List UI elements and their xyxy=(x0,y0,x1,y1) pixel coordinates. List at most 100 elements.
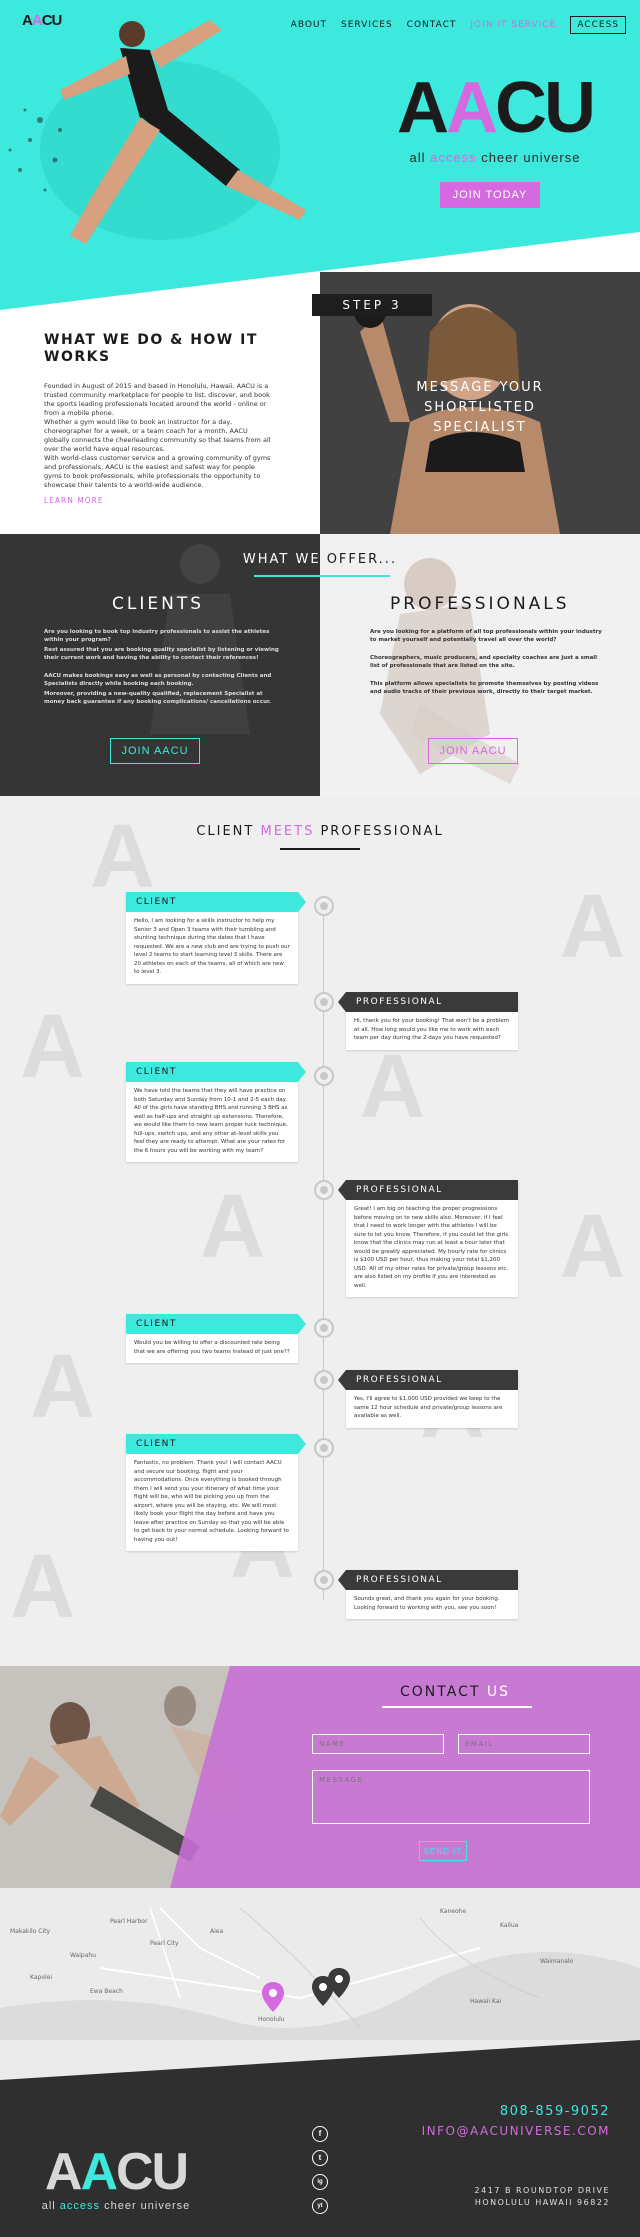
email-input[interactable] xyxy=(458,1734,590,1754)
professional-message-tag: PROFESSIONAL xyxy=(346,1370,518,1390)
timeline-node xyxy=(314,1438,334,1458)
footer-tagline: all access cheer universe xyxy=(41,2200,191,2212)
watermark-a: A xyxy=(560,877,625,977)
what-we-do-section: WHAT WE DO & HOW IT WORKS Founded in Aug… xyxy=(0,272,320,534)
watermark-a: A xyxy=(10,1537,75,1637)
client-message: CLIENT Would you be willing to offer a d… xyxy=(126,1314,306,1363)
client-message-text: Hello, I am looking for a skills instruc… xyxy=(134,918,290,975)
step3-message: MESSAGE YOUR SHORTLISTED SPECIALIST xyxy=(416,380,544,435)
contact-title: CONTACT US xyxy=(400,1684,510,1700)
professional-message-text: Great! I am big on teaching the proper p… xyxy=(354,1206,509,1289)
professional-message: PROFESSIONAL Great! I am big on teaching… xyxy=(338,1180,518,1297)
map-label: Honolulu xyxy=(258,2016,285,2023)
footer-address-line-2: HONOLULU HAWAII 96822 xyxy=(474,2198,610,2207)
instagram-icon[interactable]: ig xyxy=(312,2174,328,2190)
hero-tagline: all access cheer universe xyxy=(409,150,581,165)
footer-address-line-1: 2417 B ROUNDTOP DRIVE xyxy=(474,2186,610,2195)
client-message-tag: CLIENT xyxy=(126,1434,298,1454)
learn-more-link[interactable]: LEARN MORE xyxy=(44,496,104,505)
map-label: Hawaii Kai xyxy=(470,1998,502,2005)
nav-about[interactable]: ABOUT xyxy=(291,20,327,30)
watermark-a: A xyxy=(200,1177,265,1277)
timeline-node xyxy=(314,992,334,1012)
facebook-icon[interactable]: f xyxy=(312,2126,328,2142)
professionals-text-3: This platform allows specialists to prom… xyxy=(370,681,599,695)
message-textarea[interactable] xyxy=(312,1770,590,1824)
professional-message: PROFESSIONAL Sounds great, and thank you… xyxy=(338,1570,518,1619)
timeline-node xyxy=(314,896,334,916)
nav-contact[interactable]: CONTACT xyxy=(407,20,457,30)
client-message: CLIENT Fantastic, no problem. Thank you!… xyxy=(126,1434,306,1551)
convo-title-underline xyxy=(280,848,360,850)
client-message: CLIENT Hello, I am looking for a skills … xyxy=(126,892,306,984)
watermark-a: A xyxy=(20,997,85,1097)
client-message-tag: CLIENT xyxy=(126,1062,298,1082)
clients-panel: CLIENTS Are you looking to book top indu… xyxy=(0,534,320,796)
professional-message-text: Sounds great, and thank you again for yo… xyxy=(354,1596,500,1611)
map-label: Ewa Beach xyxy=(90,1988,123,1995)
client-message-text: Fantastic, no problem. Thank you! I will… xyxy=(134,1460,289,1543)
professionals-text-1: Are you looking for a platform of all to… xyxy=(370,629,602,643)
clients-title: CLIENTS xyxy=(112,594,204,614)
map-label: Kailua xyxy=(500,1922,519,1929)
what-paragraph-1: Founded in August of 2015 and based in H… xyxy=(44,382,270,417)
map-label: Pearl Harbor xyxy=(110,1918,148,1925)
site-logo[interactable]: AACU xyxy=(22,12,62,29)
professionals-join-button[interactable]: JOIN AACU xyxy=(428,738,518,764)
message-arrow xyxy=(338,1180,346,1200)
message-arrow xyxy=(338,1370,346,1390)
map-section[interactable]: Pearl Harbor Pearl City Aiea Waipahu Ewa… xyxy=(0,1888,640,2058)
professional-message-text: Hi, thank you for your booking! That won… xyxy=(354,1018,510,1041)
hero-logo: AACU all access cheer universe xyxy=(390,72,600,165)
client-message-text: Would you be willing to offer a discount… xyxy=(134,1340,290,1355)
message-arrow xyxy=(298,1434,306,1454)
watermark-a: A xyxy=(30,1337,95,1437)
message-arrow xyxy=(298,892,306,912)
watermark-a: A xyxy=(360,1037,425,1137)
map-label: Pearl City xyxy=(150,1940,179,1947)
nav-access-button[interactable]: ACCESS xyxy=(570,16,626,34)
nav-join-service[interactable]: JOIN IT SERVICE xyxy=(470,20,556,30)
name-input[interactable] xyxy=(312,1734,444,1754)
map-label: Aiea xyxy=(210,1928,224,1935)
map-image xyxy=(0,1888,640,2058)
hero-logo-letters: AACU xyxy=(397,68,596,148)
professionals-text-2: Choreographers, music producers, and spe… xyxy=(370,655,598,669)
client-message: CLIENT We have told the teams that they … xyxy=(126,1062,306,1162)
footer-phone[interactable]: 808-859-9052 xyxy=(500,2104,610,2119)
youtube-icon[interactable]: yt xyxy=(312,2198,328,2214)
footer-email[interactable]: INFO@AACUNIVERSE.COM xyxy=(422,2124,610,2138)
professional-message: PROFESSIONAL Hi, thank you for your book… xyxy=(338,992,518,1050)
client-message-tag: CLIENT xyxy=(126,892,298,912)
clients-text-1: Are you looking to book top industry pro… xyxy=(44,629,270,643)
watermark-a: A xyxy=(560,1197,625,1297)
what-paragraph-2: Whether a gym would like to book an inst… xyxy=(44,418,271,453)
map-pin-magenta-icon[interactable] xyxy=(262,1982,284,2012)
contact-title-underline xyxy=(382,1706,532,1708)
send-button[interactable]: SEND IT xyxy=(419,1841,467,1861)
clients-join-button[interactable]: JOIN AACU xyxy=(110,738,200,764)
footer-logo[interactable]: AACU all access cheer universe xyxy=(26,2146,206,2212)
timeline-node xyxy=(314,1370,334,1390)
client-meets-professional-section: A A A A A A A A A A CLIENT MEETS PROFESS… xyxy=(0,796,640,1666)
map-label: Waimanalo xyxy=(540,1958,574,1965)
professional-message-tag: PROFESSIONAL xyxy=(346,1180,518,1200)
map-pin-dark-icon[interactable] xyxy=(328,1968,350,1998)
timeline-node xyxy=(314,1180,334,1200)
what-we-offer-title: WHAT WE OFFER... xyxy=(242,552,398,567)
join-today-button[interactable]: JOIN TODAY xyxy=(440,182,540,208)
convo-title: CLIENT MEETS PROFESSIONAL xyxy=(196,824,444,839)
footer-logo-letters: AACU xyxy=(44,2143,189,2201)
offer-title-underline xyxy=(254,575,390,577)
twitter-icon[interactable]: t xyxy=(312,2150,328,2166)
timeline-node xyxy=(314,1318,334,1338)
map-label: Waipahu xyxy=(70,1952,96,1959)
clients-text-2: Rest assured that you are booking qualit… xyxy=(44,647,279,661)
professional-message-text: Yes, I'll agree to $1,000 USD provided w… xyxy=(354,1396,503,1419)
message-arrow xyxy=(338,1570,346,1590)
nav-services[interactable]: SERVICES xyxy=(341,20,393,30)
timeline-node xyxy=(314,1570,334,1590)
what-paragraph-3: With world-class customer service and a … xyxy=(44,454,271,489)
map-label: Kaneohe xyxy=(440,1908,467,1915)
message-arrow xyxy=(298,1062,306,1082)
